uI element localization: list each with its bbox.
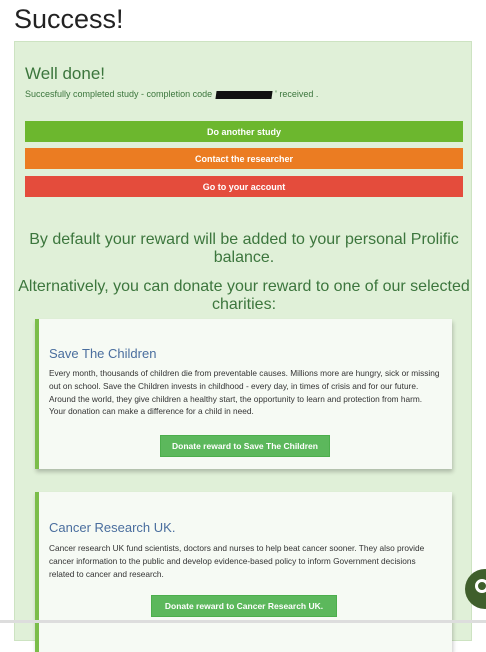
- charity-description: Cancer research UK fund scientists, doct…: [49, 543, 425, 579]
- completion-message: Succesfully completed study - completion…: [25, 89, 318, 99]
- donate-cancer-research-button[interactable]: Donate reward to Cancer Research UK.: [151, 595, 337, 617]
- success-panel: Well done! Succesfully completed study -…: [14, 41, 472, 652]
- do-another-study-button[interactable]: Do another study: [25, 121, 463, 142]
- charity-name: Cancer Research UK.: [49, 520, 176, 535]
- default-reward-message: By default your reward will be added to …: [29, 231, 459, 266]
- contact-researcher-button[interactable]: Contact the researcher: [25, 148, 463, 169]
- redacted-completion-code: [215, 90, 273, 99]
- charity-card-save-the-children: Save The Children Every month, thousands…: [35, 319, 452, 469]
- go-to-account-button[interactable]: Go to your account: [25, 176, 463, 197]
- page-title: Success!: [14, 4, 124, 34]
- chat-ring-icon: [475, 579, 486, 593]
- completion-prefix: Succesfully completed study - completion…: [25, 89, 213, 99]
- completion-suffix: ' received .: [275, 89, 319, 99]
- charity-card-cancer-research-uk: Cancer Research UK. Cancer research UK f…: [35, 492, 452, 652]
- well-done-heading: Well done!: [25, 64, 106, 83]
- donate-save-the-children-button[interactable]: Donate reward to Save The Children: [160, 435, 330, 457]
- charity-name: Save The Children: [49, 346, 157, 361]
- charity-description: Every month, thousands of children die f…: [49, 368, 440, 417]
- donate-alternative-message: Alternatively, you can donate your rewar…: [18, 278, 470, 313]
